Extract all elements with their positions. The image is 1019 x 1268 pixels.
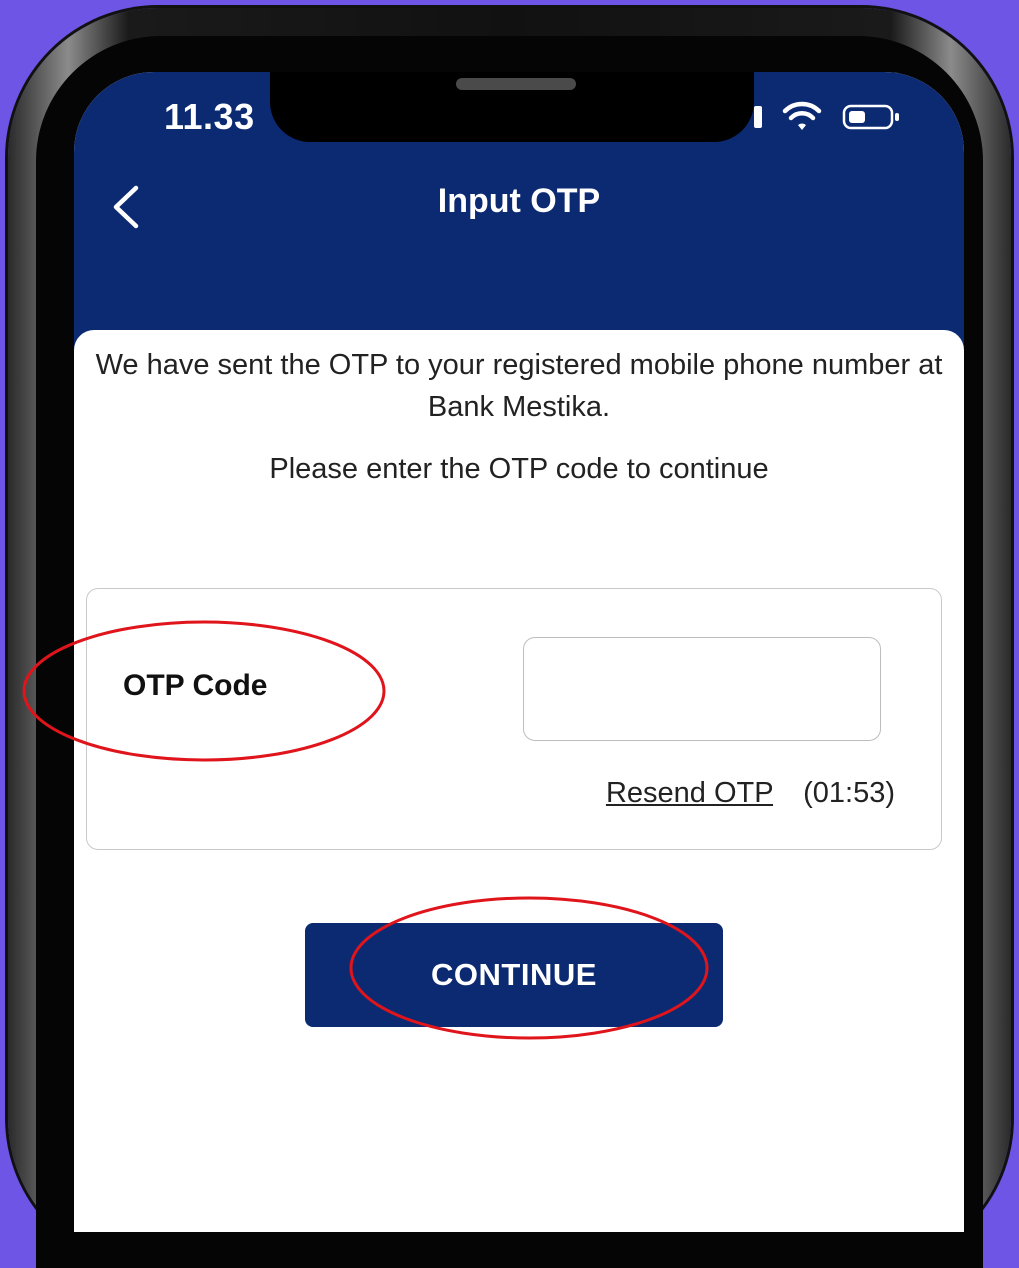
otp-sent-message: We have sent the OTP to your registered … — [95, 349, 943, 423]
continue-button[interactable]: CONTINUE — [305, 923, 723, 1027]
battery-icon — [842, 104, 899, 130]
signal-icon — [754, 106, 762, 128]
otp-instruction: Please enter the OTP code to continue — [269, 453, 769, 485]
page-title: Input OTP — [437, 182, 601, 220]
otp-code-label: OTP Code — [123, 669, 268, 702]
resend-row: Resend OTP (01:53) — [606, 777, 895, 810]
app-screen: 11.33 Input OTP We have sent the OTP to … — [74, 72, 964, 1232]
app-header: 11.33 Input OTP — [74, 72, 964, 372]
status-time: 11.33 — [164, 96, 255, 137]
resend-otp-link[interactable]: Resend OTP — [606, 777, 773, 809]
phone-notch — [270, 72, 754, 142]
otp-panel: OTP Code Resend OTP (01:53) — [86, 588, 942, 850]
resend-timer: (01:53) — [803, 777, 895, 809]
wifi-icon — [782, 101, 822, 130]
otp-code-input[interactable] — [523, 637, 881, 741]
